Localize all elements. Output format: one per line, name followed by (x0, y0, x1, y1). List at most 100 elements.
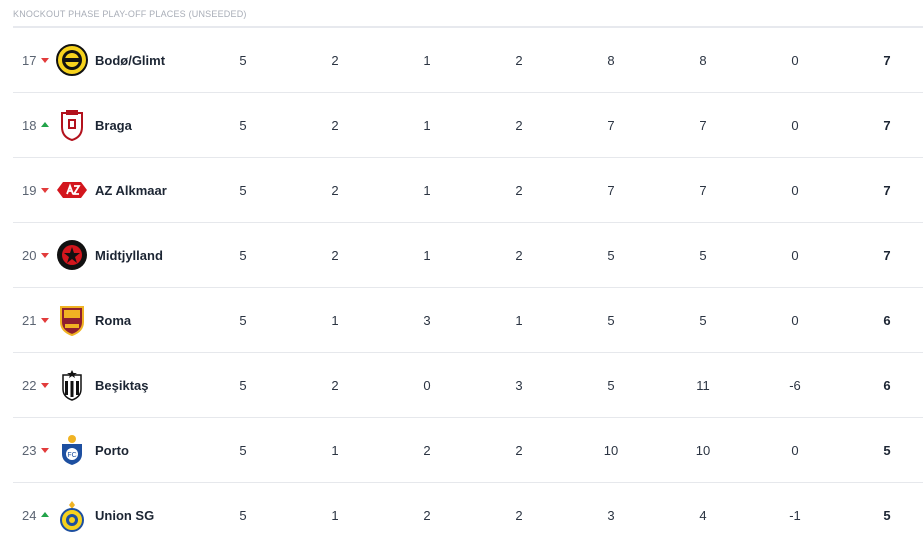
goals-against: 5 (699, 312, 707, 328)
position: 22 (22, 377, 37, 393)
won: 2 (331, 247, 339, 263)
lost: 2 (515, 508, 523, 523)
won: 2 (331, 182, 339, 198)
section-title: KNOCKOUT PHASE PLAY-OFF PLACES (UNSEEDED… (13, 9, 247, 19)
table-row[interactable]: 22 Beşiktaş 5 2 0 3 5 11 -6 6 (13, 353, 923, 418)
points: 5 (883, 442, 891, 458)
goal-difference: 0 (791, 247, 799, 263)
table-row[interactable]: 18 Braga 5 2 1 2 7 7 0 7 (13, 93, 923, 158)
goals-for: 5 (607, 312, 615, 328)
goals-against: 5 (699, 247, 707, 263)
goals-against: 11 (696, 377, 710, 393)
goal-difference: 0 (791, 52, 799, 68)
goals-against: 8 (699, 52, 707, 68)
az-alkmaar-crest-icon (55, 173, 89, 207)
points: 7 (883, 52, 891, 68)
goals-against: 10 (695, 442, 711, 458)
team-name[interactable]: Midtjylland (95, 248, 163, 263)
points: 6 (883, 312, 891, 328)
team-name[interactable]: Beşiktaş (95, 378, 148, 393)
goals-for: 5 (607, 377, 615, 393)
played: 5 (239, 117, 247, 133)
drawn: 3 (423, 312, 431, 328)
trend-down-icon (41, 318, 49, 323)
goals-for: 7 (607, 182, 615, 198)
drawn: 1 (423, 52, 431, 68)
position: 24 (22, 508, 37, 523)
midtjylland-crest-icon (55, 238, 89, 272)
won: 1 (331, 508, 339, 523)
standings-table: 17 Bodø/Glimt 5 2 1 2 8 8 0 7 18 Braga 5… (13, 28, 923, 541)
bodo-glimt-crest-icon (55, 43, 89, 77)
played: 5 (239, 312, 247, 328)
points: 7 (883, 247, 891, 263)
drawn: 1 (423, 117, 431, 133)
trend-down-icon (41, 58, 49, 63)
svg-text:FC: FC (67, 452, 76, 459)
goals-for: 3 (607, 508, 615, 523)
drawn: 2 (423, 442, 431, 458)
team-name[interactable]: Union SG (95, 508, 154, 523)
trend-down-icon (41, 448, 49, 453)
played: 5 (239, 442, 247, 458)
goals-for: 8 (607, 52, 615, 68)
lost: 2 (515, 182, 523, 198)
played: 5 (239, 377, 247, 393)
position: 17 (22, 52, 37, 68)
team-name[interactable]: Porto (95, 443, 129, 458)
drawn: 1 (423, 182, 431, 198)
won: 2 (331, 52, 339, 68)
lost: 2 (515, 247, 523, 263)
table-row[interactable]: 20 Midtjylland 5 2 1 2 5 5 0 7 (13, 223, 923, 288)
drawn: 0 (423, 377, 431, 393)
roma-crest-icon (55, 303, 89, 337)
goals-for: 10 (603, 442, 619, 458)
points: 5 (883, 508, 891, 523)
table-row[interactable]: 24 Union SG 5 1 2 2 3 4 -1 5 (13, 483, 923, 541)
position: 19 (22, 182, 37, 198)
goals-against: 7 (699, 182, 707, 198)
lost: 1 (515, 312, 523, 328)
goals-for: 7 (607, 117, 615, 133)
union-sg-crest-icon (55, 499, 89, 533)
table-row[interactable]: 17 Bodø/Glimt 5 2 1 2 8 8 0 7 (13, 28, 923, 93)
goal-difference: -1 (789, 508, 801, 523)
lost: 2 (515, 442, 523, 458)
trend-down-icon (41, 188, 49, 193)
lost: 2 (515, 117, 523, 133)
goals-against: 4 (699, 508, 707, 523)
points: 7 (883, 182, 891, 198)
position: 21 (22, 312, 37, 328)
team-name[interactable]: Bodø/Glimt (95, 53, 165, 68)
points: 7 (883, 117, 891, 133)
team-name[interactable]: Roma (95, 313, 131, 328)
drawn: 2 (423, 508, 431, 523)
played: 5 (239, 52, 247, 68)
table-row[interactable]: 21 Roma 5 1 3 1 5 5 0 6 (13, 288, 923, 353)
braga-crest-icon (55, 108, 89, 142)
goals-against: 7 (699, 117, 707, 133)
trend-down-icon (41, 383, 49, 388)
goal-difference: 0 (791, 117, 799, 133)
played: 5 (239, 182, 247, 198)
goal-difference: -6 (789, 377, 801, 393)
lost: 3 (515, 377, 523, 393)
besiktas-crest-icon (55, 368, 89, 402)
drawn: 1 (423, 247, 431, 263)
goals-for: 5 (607, 247, 615, 263)
won: 1 (331, 442, 339, 458)
won: 1 (331, 312, 339, 328)
won: 2 (331, 377, 339, 393)
table-row[interactable]: 19 AZ Alkmaar 5 2 1 2 7 7 0 7 (13, 158, 923, 223)
points: 6 (883, 377, 891, 393)
lost: 2 (515, 52, 523, 68)
table-row[interactable]: 23 FC Porto 5 1 2 2 10 10 0 5 (13, 418, 923, 483)
position: 18 (22, 117, 37, 133)
trend-up-icon (41, 122, 49, 127)
goal-difference: 0 (791, 182, 799, 198)
won: 2 (331, 117, 339, 133)
team-name[interactable]: AZ Alkmaar (95, 183, 167, 198)
team-name[interactable]: Braga (95, 118, 132, 133)
position: 23 (22, 442, 37, 458)
trend-down-icon (41, 253, 49, 258)
